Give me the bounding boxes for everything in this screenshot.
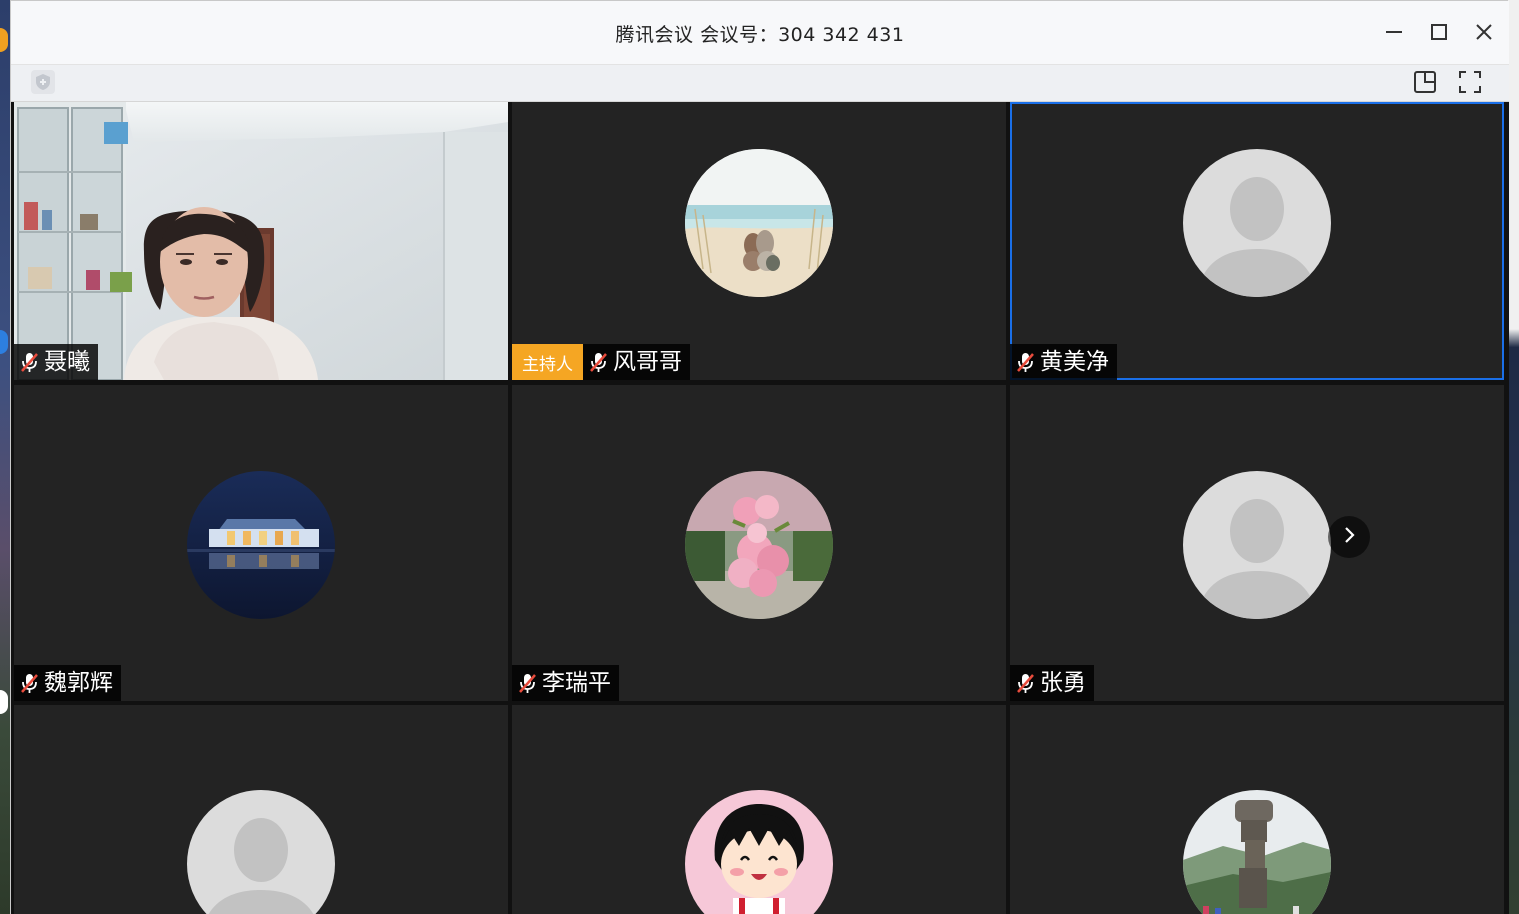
host-badge: 主持人 <box>512 344 583 380</box>
close-icon <box>1474 22 1494 46</box>
participant-tile-6[interactable]: 张勇 <box>1010 385 1504 701</box>
layout-icon <box>1412 69 1438 99</box>
participant-tile-5[interactable]: 李瑞平 <box>512 385 1006 701</box>
participant-nameplate: 张勇 <box>1010 665 1094 701</box>
name-box: 黄美净 <box>1010 344 1117 380</box>
mic-muted-icon <box>1014 671 1036 695</box>
meeting-toolbar <box>11 65 1509 102</box>
shield-icon <box>30 69 56 99</box>
fullscreen-icon <box>1457 69 1483 99</box>
name-box: 聂曦 <box>14 344 98 380</box>
close-button[interactable] <box>1469 19 1499 49</box>
avatar <box>1183 790 1331 914</box>
participant-nameplate: 魏郭辉 <box>14 665 121 701</box>
participant-nameplate: 黄美净 <box>1010 344 1117 380</box>
fullscreen-button[interactable] <box>1455 69 1485 99</box>
camera-video-feed <box>14 102 508 380</box>
name-box: 风哥哥 <box>583 344 690 380</box>
mic-muted-icon <box>1014 350 1036 374</box>
participant-name: 聂曦 <box>44 348 90 375</box>
participant-tile-2[interactable]: 主持人 风哥哥 <box>512 102 1006 380</box>
security-button[interactable] <box>28 69 58 99</box>
participant-tile-8[interactable] <box>512 705 1006 914</box>
participant-name: 魏郭辉 <box>44 669 113 696</box>
minimize-button[interactable] <box>1379 19 1409 49</box>
next-page-button[interactable] <box>1328 516 1370 558</box>
desktop-icon-blue <box>0 330 8 354</box>
default-avatar <box>187 790 335 914</box>
participant-tile-9[interactable] <box>1010 705 1504 914</box>
mic-muted-icon <box>587 350 609 374</box>
participant-name: 黄美净 <box>1040 348 1109 375</box>
title-bar[interactable]: 腾讯会议 会议号：304 342 431 <box>11 1 1509 65</box>
minimize-icon <box>1384 22 1404 46</box>
avatar <box>685 471 833 619</box>
video-grid: 聂曦 主持人 风哥哥 黄美净 魏郭辉 李瑞平 张勇 <box>11 102 1509 914</box>
avatar <box>685 790 833 914</box>
name-box: 张勇 <box>1010 665 1094 701</box>
participant-name: 张勇 <box>1040 669 1086 696</box>
layout-button[interactable] <box>1410 69 1440 99</box>
mic-muted-icon <box>18 350 40 374</box>
desktop-icon-white <box>0 690 8 714</box>
mic-muted-icon <box>18 671 40 695</box>
participant-tile-4[interactable]: 魏郭辉 <box>14 385 508 701</box>
desktop-background-right <box>1508 0 1519 914</box>
participant-tile-7[interactable] <box>14 705 508 914</box>
name-box: 李瑞平 <box>512 665 619 701</box>
participant-nameplate: 李瑞平 <box>512 665 619 701</box>
participant-name: 风哥哥 <box>613 348 682 375</box>
name-box: 魏郭辉 <box>14 665 121 701</box>
meeting-window: 腾讯会议 会议号：304 342 431 聂曦 主持人 风哥哥 黄美净 魏郭辉 … <box>10 0 1509 914</box>
chevron-right-icon <box>1341 526 1357 548</box>
maximize-button[interactable] <box>1424 19 1454 49</box>
participant-tile-3[interactable]: 黄美净 <box>1010 102 1504 380</box>
participant-nameplate: 聂曦 <box>14 344 98 380</box>
mic-muted-icon <box>516 671 538 695</box>
participant-tile-1[interactable]: 聂曦 <box>14 102 508 380</box>
default-avatar <box>1183 471 1331 619</box>
desktop-icon-orange <box>0 28 8 52</box>
participant-name: 李瑞平 <box>542 669 611 696</box>
default-avatar <box>1183 149 1331 297</box>
window-title: 腾讯会议 会议号：304 342 431 <box>615 24 905 46</box>
avatar <box>685 149 833 297</box>
avatar <box>187 471 335 619</box>
participant-nameplate: 主持人 风哥哥 <box>512 344 690 380</box>
maximize-icon <box>1429 22 1449 46</box>
